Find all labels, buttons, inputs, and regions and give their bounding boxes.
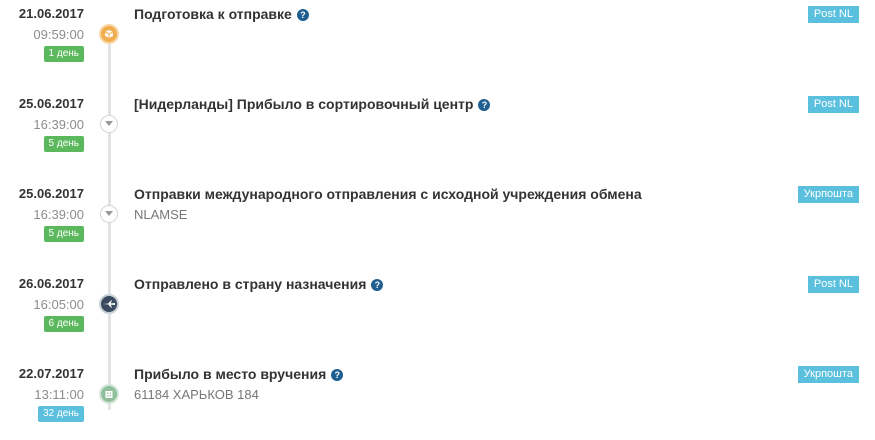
- help-icon[interactable]: ?: [371, 279, 384, 291]
- package-icon: [99, 24, 119, 44]
- event-time: 13:11:00: [34, 387, 84, 402]
- chevron-down-icon: [100, 205, 118, 223]
- building-icon: [99, 384, 119, 404]
- event-title: Прибыло в место вручения?: [134, 366, 344, 382]
- timeline-event: 22.07.2017 13:11:00 32 день Прибыло в ме…: [0, 360, 875, 440]
- days-badge: 5 день: [43, 226, 84, 242]
- event-title: Отправки международного отправления с ис…: [134, 186, 642, 202]
- event-title: [Нидерланды] Прибыло в сортировочный цен…: [134, 96, 491, 112]
- event-date: 25.06.2017: [18, 96, 84, 111]
- event-time: 16:39:00: [33, 207, 84, 222]
- event-time: 09:59:00: [33, 27, 84, 42]
- event-title: Подготовка к отправке?: [134, 6, 309, 22]
- chevron-down-icon: [100, 115, 118, 133]
- airplane-icon: [99, 294, 119, 314]
- carrier-badge: Укрпошта: [797, 366, 859, 383]
- timeline-event: 25.06.2017 16:39:00 5 день [Нидерланды] …: [0, 90, 875, 170]
- event-date: 21.06.2017: [18, 6, 84, 21]
- event-date: 22.07.2017: [18, 366, 84, 381]
- help-icon[interactable]: ?: [478, 99, 491, 111]
- event-time: 16:05:00: [33, 297, 84, 312]
- carrier-badge: Укрпошта: [797, 186, 859, 203]
- days-badge: 1 день: [43, 46, 84, 62]
- event-title: Отправлено в страну назначения?: [134, 276, 384, 292]
- timeline-event: 21.06.2017 09:59:00 1 день Подготовка к …: [0, 0, 875, 80]
- event-time: 16:39:00: [33, 117, 84, 132]
- event-date: 26.06.2017: [18, 276, 84, 291]
- carrier-badge: Post NL: [807, 6, 859, 23]
- days-badge: 5 день: [43, 136, 84, 152]
- timeline-event: 26.06.2017 16:05:00 6 день Отправлено в …: [0, 270, 875, 350]
- event-date: 25.06.2017: [18, 186, 84, 201]
- help-icon[interactable]: ?: [296, 9, 309, 21]
- days-badge: 6 день: [43, 316, 84, 332]
- carrier-badge: Post NL: [807, 276, 859, 293]
- event-location: 61184 ХАРЬКОВ 184: [134, 387, 259, 402]
- help-icon[interactable]: ?: [331, 369, 344, 381]
- carrier-badge: Post NL: [807, 96, 859, 113]
- days-badge: 32 день: [37, 406, 84, 422]
- event-location: NLAMSE: [134, 207, 188, 222]
- tracking-timeline: 21.06.2017 09:59:00 1 день Подготовка к …: [0, 0, 875, 436]
- timeline-event: 25.06.2017 16:39:00 5 день Отправки межд…: [0, 180, 875, 260]
